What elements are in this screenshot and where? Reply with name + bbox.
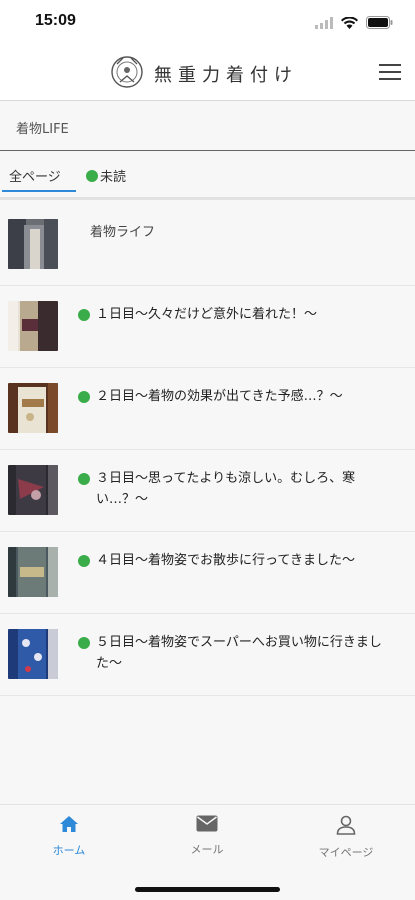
- nav-mail[interactable]: メール: [157, 815, 257, 857]
- signal-icon: [315, 14, 333, 33]
- article-title-row: ２日目〜着物の効果が出てきた予感…？〜: [78, 386, 395, 407]
- article-thumbnail: [8, 629, 58, 679]
- article-title-row: 着物ライフ: [90, 222, 395, 243]
- article-title: １日目〜久々だけど意外に着れた！〜: [96, 307, 318, 322]
- status-time: 15:09: [35, 12, 76, 29]
- article-thumbnail: [8, 383, 58, 433]
- article-thumbnail: [8, 301, 58, 351]
- logo-emblem-icon: [108, 54, 146, 94]
- bottom-navigation: ホーム メール マイページ: [0, 804, 415, 900]
- section-title: 着物LIFE: [16, 122, 69, 137]
- home-icon: [59, 816, 79, 836]
- person-icon: [336, 815, 356, 838]
- article-title-row: １日目〜久々だけど意外に着れた！〜: [78, 304, 395, 325]
- article-title: ２日目〜着物の効果が出てきた予感…？〜: [96, 389, 343, 404]
- unread-dot-icon: [78, 309, 90, 321]
- nav-mail-label: メール: [190, 843, 224, 856]
- status-icons: [315, 14, 393, 33]
- list-item[interactable]: ２日目〜着物の効果が出てきた予感…？〜: [0, 368, 415, 450]
- list-item[interactable]: 着物ライフ: [0, 204, 415, 286]
- article-thumbnail: [8, 465, 58, 515]
- article-title-row: ５日目〜着物姿でスーパーへお買い物に行きました〜: [78, 632, 395, 674]
- logo-text: 無重力着付け: [154, 65, 298, 86]
- unread-dot-icon: [78, 637, 90, 649]
- menu-line: [379, 78, 401, 80]
- unread-dot-icon: [78, 391, 90, 403]
- article-title: ４日目〜着物姿でお散歩に行ってきました〜: [96, 553, 355, 568]
- wifi-icon: [341, 14, 358, 33]
- tab-all-pages[interactable]: 全ページ: [2, 164, 76, 192]
- list-item[interactable]: ３日目〜思ってたよりも涼しい。むしろ、寒い…？〜: [0, 450, 415, 532]
- article-title-row: ４日目〜着物姿でお散歩に行ってきました〜: [78, 550, 395, 571]
- menu-line: [379, 71, 401, 73]
- tab-all-pages-label: 全ページ: [9, 170, 61, 185]
- app-logo[interactable]: 無重力着付け: [108, 54, 298, 94]
- battery-icon: [366, 14, 393, 33]
- nav-mypage[interactable]: マイページ: [296, 815, 396, 860]
- tab-unread[interactable]: 未読: [86, 166, 126, 185]
- article-thumbnail: [8, 219, 58, 269]
- article-title: ３日目〜思ってたよりも涼しい。むしろ、寒い…？〜: [96, 471, 356, 507]
- article-list: 着物ライフ １日目〜久々だけど意外に着れた！〜 ２日目〜着物の効果が出てきた予感…: [0, 204, 415, 696]
- home-indicator: [135, 887, 280, 892]
- nav-home-label: ホーム: [52, 844, 86, 857]
- menu-line: [379, 64, 401, 66]
- tab-unread-label: 未読: [100, 170, 127, 185]
- filter-tabs: 全ページ 未読: [0, 152, 415, 200]
- hamburger-menu-button[interactable]: [379, 64, 401, 80]
- list-item[interactable]: ４日目〜着物姿でお散歩に行ってきました〜: [0, 532, 415, 614]
- status-bar: 15:09: [0, 0, 415, 44]
- nav-mypage-label: マイページ: [318, 846, 374, 859]
- mail-icon: [196, 815, 218, 835]
- unread-dot-icon: [78, 473, 90, 485]
- nav-home[interactable]: ホーム: [19, 815, 119, 858]
- article-title: ５日目〜着物姿でスーパーへお買い物に行きました〜: [96, 635, 382, 671]
- list-item[interactable]: ５日目〜着物姿でスーパーへお買い物に行きました〜: [0, 614, 415, 696]
- list-item[interactable]: １日目〜久々だけど意外に着れた！〜: [0, 286, 415, 368]
- app-header: 無重力着付け: [0, 44, 415, 101]
- section-title-bar: 着物LIFE: [0, 101, 415, 151]
- article-title-row: ３日目〜思ってたよりも涼しい。むしろ、寒い…？〜: [78, 468, 395, 510]
- unread-dot-icon: [78, 555, 90, 567]
- unread-dot-icon: [86, 169, 98, 182]
- article-title: 着物ライフ: [90, 225, 156, 240]
- article-thumbnail: [8, 547, 58, 597]
